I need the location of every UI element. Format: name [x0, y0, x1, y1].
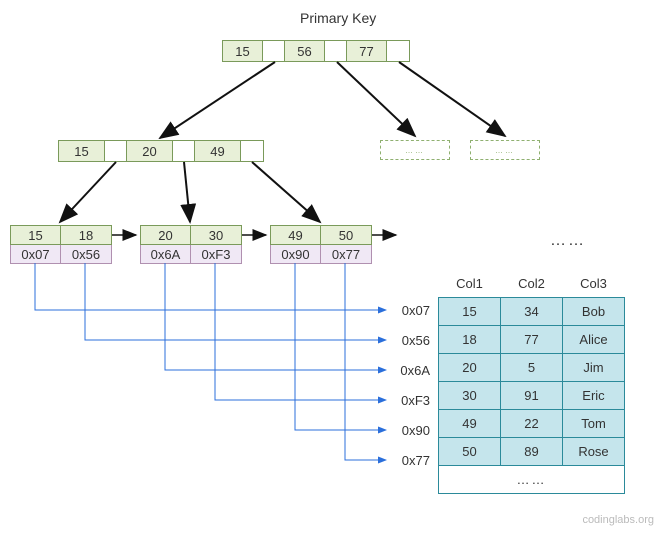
table-row: 1534Bob [439, 298, 625, 326]
col-header: Col2 [501, 270, 563, 298]
leaf-ptr: 0x56 [61, 245, 111, 263]
addr-label: 0x6A [390, 363, 430, 378]
node-cell: 49 [195, 141, 241, 161]
addr-label: 0x90 [390, 423, 430, 438]
leaf-ptr: 0x77 [321, 245, 371, 263]
table-row: 4922Tom [439, 410, 625, 438]
node-cell-ptr [241, 141, 263, 161]
leaf-ptr: 0x07 [11, 245, 61, 263]
data-table: Col1 Col2 Col3 1534Bob 1877Alice 205Jim … [438, 270, 625, 494]
table-row: 5089Rose [439, 438, 625, 466]
root-cell-ptr [325, 41, 347, 61]
root-cell: 77 [347, 41, 387, 61]
table-row: 205Jim [439, 354, 625, 382]
leaf-key: 50 [321, 226, 371, 244]
diagram-title: Primary Key [300, 10, 376, 26]
ghost-node: …… [380, 140, 450, 160]
root-cell: 15 [223, 41, 263, 61]
leaf-ptr: 0x6A [141, 245, 191, 263]
leaf-key: 30 [191, 226, 241, 244]
leaf-key: 18 [61, 226, 111, 244]
ghost-node: …… [470, 140, 540, 160]
node-cell: 15 [59, 141, 105, 161]
leaf-node: 20 30 0x6A 0xF3 [140, 225, 242, 264]
addr-label: 0x56 [390, 333, 430, 348]
leaf-key: 20 [141, 226, 191, 244]
root-node: 15 56 77 [222, 40, 410, 62]
leaf-key: 15 [11, 226, 61, 244]
table-row: 1877Alice [439, 326, 625, 354]
node-cell-ptr [173, 141, 195, 161]
leaf-ellipsis: …… [550, 232, 586, 250]
addr-label: 0x07 [390, 303, 430, 318]
col-header: Col3 [563, 270, 625, 298]
leaf-node: 49 50 0x90 0x77 [270, 225, 372, 264]
node-cell: 20 [127, 141, 173, 161]
table-row: 3091Eric [439, 382, 625, 410]
root-cell: 56 [285, 41, 325, 61]
col-header: Col1 [439, 270, 501, 298]
root-cell-ptr [263, 41, 285, 61]
addr-label: 0x77 [390, 453, 430, 468]
leaf-node: 15 18 0x07 0x56 [10, 225, 112, 264]
leaf-ptr: 0x90 [271, 245, 321, 263]
leaf-key: 49 [271, 226, 321, 244]
root-cell-ptr [387, 41, 409, 61]
leaf-ptr: 0xF3 [191, 245, 241, 263]
addr-label: 0xF3 [390, 393, 430, 408]
internal-node: 15 20 49 [58, 140, 264, 162]
node-cell-ptr [105, 141, 127, 161]
watermark: codinglabs.org [582, 514, 654, 526]
table-row-footer: …… [439, 466, 625, 494]
